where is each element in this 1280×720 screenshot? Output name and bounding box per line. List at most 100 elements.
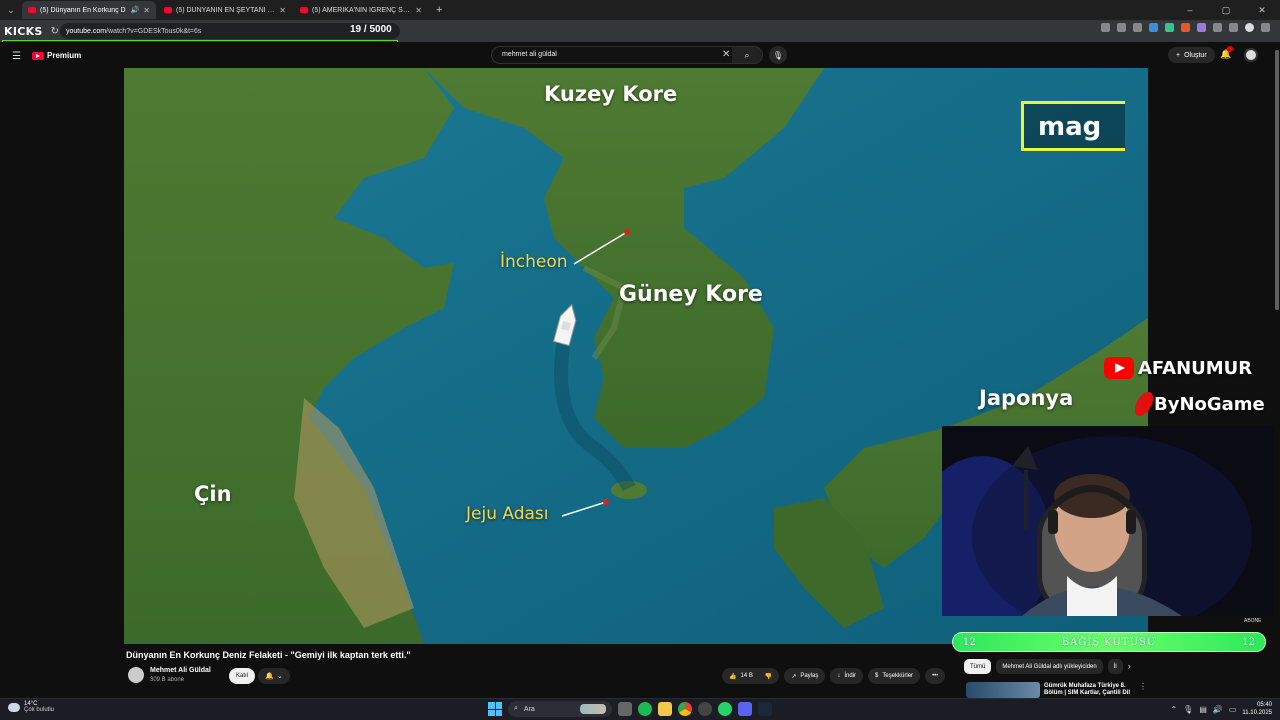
thumbs-up-icon: 👍 (729, 673, 737, 680)
bynogame-logo-icon (1131, 392, 1157, 416)
tab-video-3[interactable]: (5) AMERİKA'NIN İĞRENÇ S*KS ✕ (294, 1, 428, 19)
voice-search-button[interactable]: 🎙 (769, 46, 787, 64)
task-view-icon[interactable] (618, 702, 632, 716)
discord-icon[interactable] (738, 702, 752, 716)
hamburger-menu-icon[interactable]: ☰ (12, 51, 21, 62)
download-button[interactable]: ↓ İndir (830, 668, 864, 684)
channel-overlay-name: AFANUMUR (1138, 357, 1253, 379)
scrollbar-thumb[interactable] (1275, 50, 1279, 310)
tab-video-2[interactable]: (5) DÜNYANIN EN ŞEYTANİ BA ✕ (158, 1, 292, 19)
chevron-down-icon: ⌄ (276, 673, 283, 680)
label-jeju: Jeju Adası (466, 504, 549, 524)
close-tab-icon[interactable]: ✕ (415, 6, 422, 15)
video-title: Dünyanın En Korkunç Deniz Felaketi - "Ge… (126, 650, 411, 660)
chevron-right-icon[interactable]: › (1128, 659, 1131, 674)
extension-icon[interactable] (1197, 23, 1206, 32)
screen: ⌄ (5) Dünyanın En Korkunç D 🔊 ✕ (5) DÜNY… (0, 0, 1280, 720)
extensions-puzzle-icon[interactable] (1213, 23, 1222, 32)
share-button[interactable]: ↗ Paylaş (784, 668, 826, 684)
like-button[interactable]: 👍 14 B 👎 (722, 668, 780, 684)
notifications-button[interactable]: 🔔 (1220, 46, 1233, 60)
volume-icon[interactable]: 🔊 (1213, 705, 1223, 714)
donation-right-value: 12 (1242, 636, 1255, 648)
weather-widget[interactable]: 14°C Çok bulutlu (8, 701, 54, 713)
tab-title: (5) Dünyanın En Korkunç D (40, 6, 126, 14)
create-label: Oluştur (1184, 51, 1207, 59)
channel-avatar[interactable] (128, 667, 144, 683)
follower-counter: 19 / 5000 (350, 24, 392, 35)
channel-name[interactable]: Mehmet Ali Güldal (150, 667, 211, 674)
youtube-header: ☰ Premium mehmet ali güldal ✕ ⌕ 🎙 + Oluşt… (0, 42, 1280, 68)
search-icon: ⌕ (744, 49, 750, 60)
zoom-icon[interactable] (1117, 23, 1126, 32)
search-input[interactable]: mehmet ali güldal (502, 51, 557, 58)
chip-related[interactable]: İl (1107, 659, 1123, 674)
more-actions-button[interactable]: ••• (925, 668, 946, 684)
taskbar-search[interactable]: ⌕ Ara (508, 701, 612, 717)
watermark-box: mag (1021, 101, 1125, 151)
account-avatar[interactable] (1244, 48, 1258, 62)
reload-icon[interactable]: ↻ (51, 26, 59, 37)
new-tab-button[interactable]: + (436, 4, 442, 16)
label-china: Çin (194, 482, 232, 506)
network-icon[interactable]: ▤ (1199, 705, 1207, 714)
clock[interactable]: 05:40 11.10.2025 (1242, 701, 1272, 717)
extension-icon[interactable] (1149, 23, 1158, 32)
windows-taskbar: 14°C Çok bulutlu ⌕ Ara ⌃ 🎙 ▤ 🔊 ▭ 05:40 1… (0, 698, 1280, 720)
chip-from-uploader[interactable]: Mehmet Ali Güldal adlı yükleyiciden (996, 659, 1103, 674)
thumbs-down-icon[interactable]: 👎 (765, 673, 772, 680)
bell-icon: 🔔 (265, 673, 274, 680)
thanks-label: Teşekkürler (882, 673, 914, 679)
file-explorer-icon[interactable] (658, 702, 672, 716)
share-label: Paylaş (800, 673, 819, 679)
whatsapp-icon[interactable] (718, 702, 732, 716)
microphone-icon[interactable]: 🎙 (1183, 705, 1193, 714)
minimize-button[interactable]: – (1172, 0, 1208, 20)
close-tab-icon[interactable]: ✕ (279, 6, 286, 15)
recommended-title[interactable]: Gümrük Muhafaza Türkiye 8. Bölüm | SIM K… (1044, 683, 1134, 697)
subscription-bell-button[interactable]: 🔔 ⌄ (258, 668, 290, 684)
abone-label: ABONE (1244, 618, 1262, 624)
sidebar-icon[interactable] (1229, 23, 1238, 32)
share-icon: ↗ (791, 673, 797, 680)
tab-video-1[interactable]: (5) Dünyanın En Korkunç D 🔊 ✕ (22, 1, 156, 19)
youtube-logo[interactable]: Premium (32, 51, 81, 60)
webcam-feed (942, 426, 1280, 616)
search-button[interactable]: ⌕ (732, 47, 762, 63)
join-button[interactable]: Katıl (229, 668, 256, 684)
page-scrollbar[interactable] (1274, 42, 1280, 698)
steam-icon[interactable] (758, 702, 772, 716)
profile-icon[interactable] (1245, 23, 1254, 32)
obs-icon[interactable] (698, 702, 712, 716)
taskbar-apps: ⌕ Ara (488, 701, 772, 717)
battery-icon[interactable]: ▭ (1229, 705, 1237, 714)
thanks-button[interactable]: $ Teşekkürler (868, 668, 921, 684)
stream-brand-label: KICKS (4, 24, 43, 38)
maximize-button[interactable]: ▢ (1208, 0, 1244, 20)
tab-search-icon[interactable]: ⌄ (2, 2, 20, 18)
close-tab-icon[interactable]: ✕ (143, 6, 150, 15)
address-bar[interactable]: youtube.com/watch?v=GDESkTous0k&t=6s (60, 23, 400, 39)
clear-search-icon[interactable]: ✕ (722, 49, 730, 60)
extension-icon[interactable] (1165, 23, 1174, 32)
more-options-icon[interactable]: ⋮ (1139, 682, 1147, 691)
spotify-icon[interactable] (638, 702, 652, 716)
chrome-icon[interactable] (678, 702, 692, 716)
create-button[interactable]: + Oluştur (1168, 47, 1215, 63)
chip-all[interactable]: Tümü (964, 659, 992, 674)
weather-description: Çok bulutlu (24, 707, 55, 713)
cast-icon[interactable] (1101, 23, 1110, 32)
close-window-button[interactable]: ✕ (1244, 0, 1280, 20)
extension-icon[interactable] (1181, 23, 1190, 32)
menu-icon[interactable] (1261, 23, 1270, 32)
speaker-icon[interactable]: 🔊 (131, 6, 140, 14)
recommended-thumbnail[interactable] (966, 682, 1040, 698)
search-box[interactable]: mehmet ali güldal ✕ ⌕ (491, 46, 763, 64)
windows-start-icon[interactable] (488, 702, 502, 716)
youtube-play-icon (32, 51, 44, 60)
bookmark-star-icon[interactable] (1133, 23, 1142, 32)
youtube-favicon-icon (164, 7, 172, 13)
notification-badge (1227, 46, 1233, 52)
taskbar-search-placeholder: Ara (523, 705, 535, 713)
tray-overflow-icon[interactable]: ⌃ (1170, 705, 1177, 714)
